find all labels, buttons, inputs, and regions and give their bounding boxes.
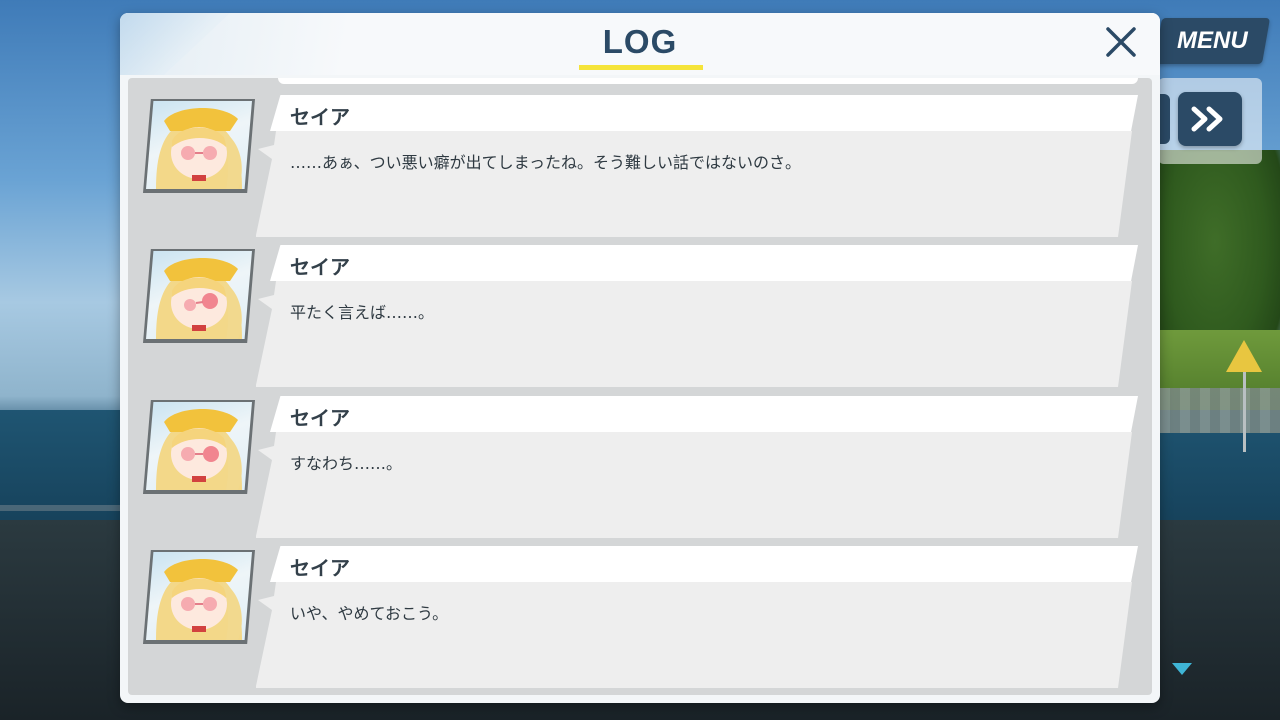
- fast-forward-button[interactable]: [1178, 92, 1242, 146]
- background-wall: [1160, 388, 1280, 433]
- log-entry: セイア すなわち……。: [128, 396, 1152, 538]
- speaker-name-bar: [270, 396, 1138, 432]
- log-message: ……あぁ、つい悪い癖が出てしまったね。そう難しい話ではないのさ。: [290, 153, 802, 172]
- avatar: [146, 552, 252, 640]
- speech-bubble: [256, 582, 1132, 688]
- log-entry: セイア 平たく言えば……。: [128, 245, 1152, 387]
- background-sign-pole: [1243, 372, 1246, 452]
- log-entry: セイア ……あぁ、つい悪い癖が出てしまったね。そう難しい話ではないのさ。: [128, 95, 1152, 237]
- log-message: 平たく言えば……。: [290, 303, 435, 322]
- background-guardrail: [0, 505, 130, 511]
- speaker-name-bar: [270, 245, 1138, 281]
- previous-entry-edge: [278, 78, 1138, 84]
- log-message: いや、やめておこう。: [290, 604, 449, 623]
- speaker-name-bar: [270, 546, 1138, 582]
- log-header: LOG: [120, 13, 1160, 75]
- speech-bubble: [256, 281, 1132, 387]
- character-portrait-icon: [156, 558, 242, 640]
- character-portrait-icon: [156, 257, 242, 339]
- speaker-name: セイア: [290, 556, 350, 580]
- log-list[interactable]: セイア ……あぁ、つい悪い癖が出てしまったね。そう難しい話ではないのさ。 セイア…: [128, 78, 1152, 695]
- speech-bubble: [256, 432, 1132, 538]
- speech-bubble: [256, 131, 1132, 237]
- title-underline: [579, 65, 703, 70]
- close-button[interactable]: [1100, 21, 1142, 63]
- log-entry: セイア いや、やめておこう。: [128, 546, 1152, 688]
- fast-forward-icon: [1191, 106, 1223, 132]
- avatar: [146, 251, 252, 339]
- speaker-name-bar: [270, 95, 1138, 131]
- speaker-name: セイア: [290, 105, 350, 129]
- character-portrait-icon: [156, 408, 242, 490]
- menu-button[interactable]: MENU: [1153, 18, 1271, 64]
- log-message: すなわち……。: [290, 454, 403, 473]
- speaker-name: セイア: [290, 255, 350, 279]
- log-window: LOG セイア ……あぁ、つい悪い癖が出てしまったね。そう難しい話ではないのさ。…: [120, 13, 1160, 703]
- close-icon: [1106, 27, 1136, 57]
- scroll-down-icon[interactable]: [1172, 663, 1192, 675]
- menu-button-label: MENU: [1176, 27, 1248, 54]
- avatar: [146, 101, 252, 189]
- avatar: [146, 402, 252, 490]
- speaker-name: セイア: [290, 406, 350, 430]
- log-title: LOG: [602, 23, 678, 60]
- character-portrait-icon: [156, 107, 242, 189]
